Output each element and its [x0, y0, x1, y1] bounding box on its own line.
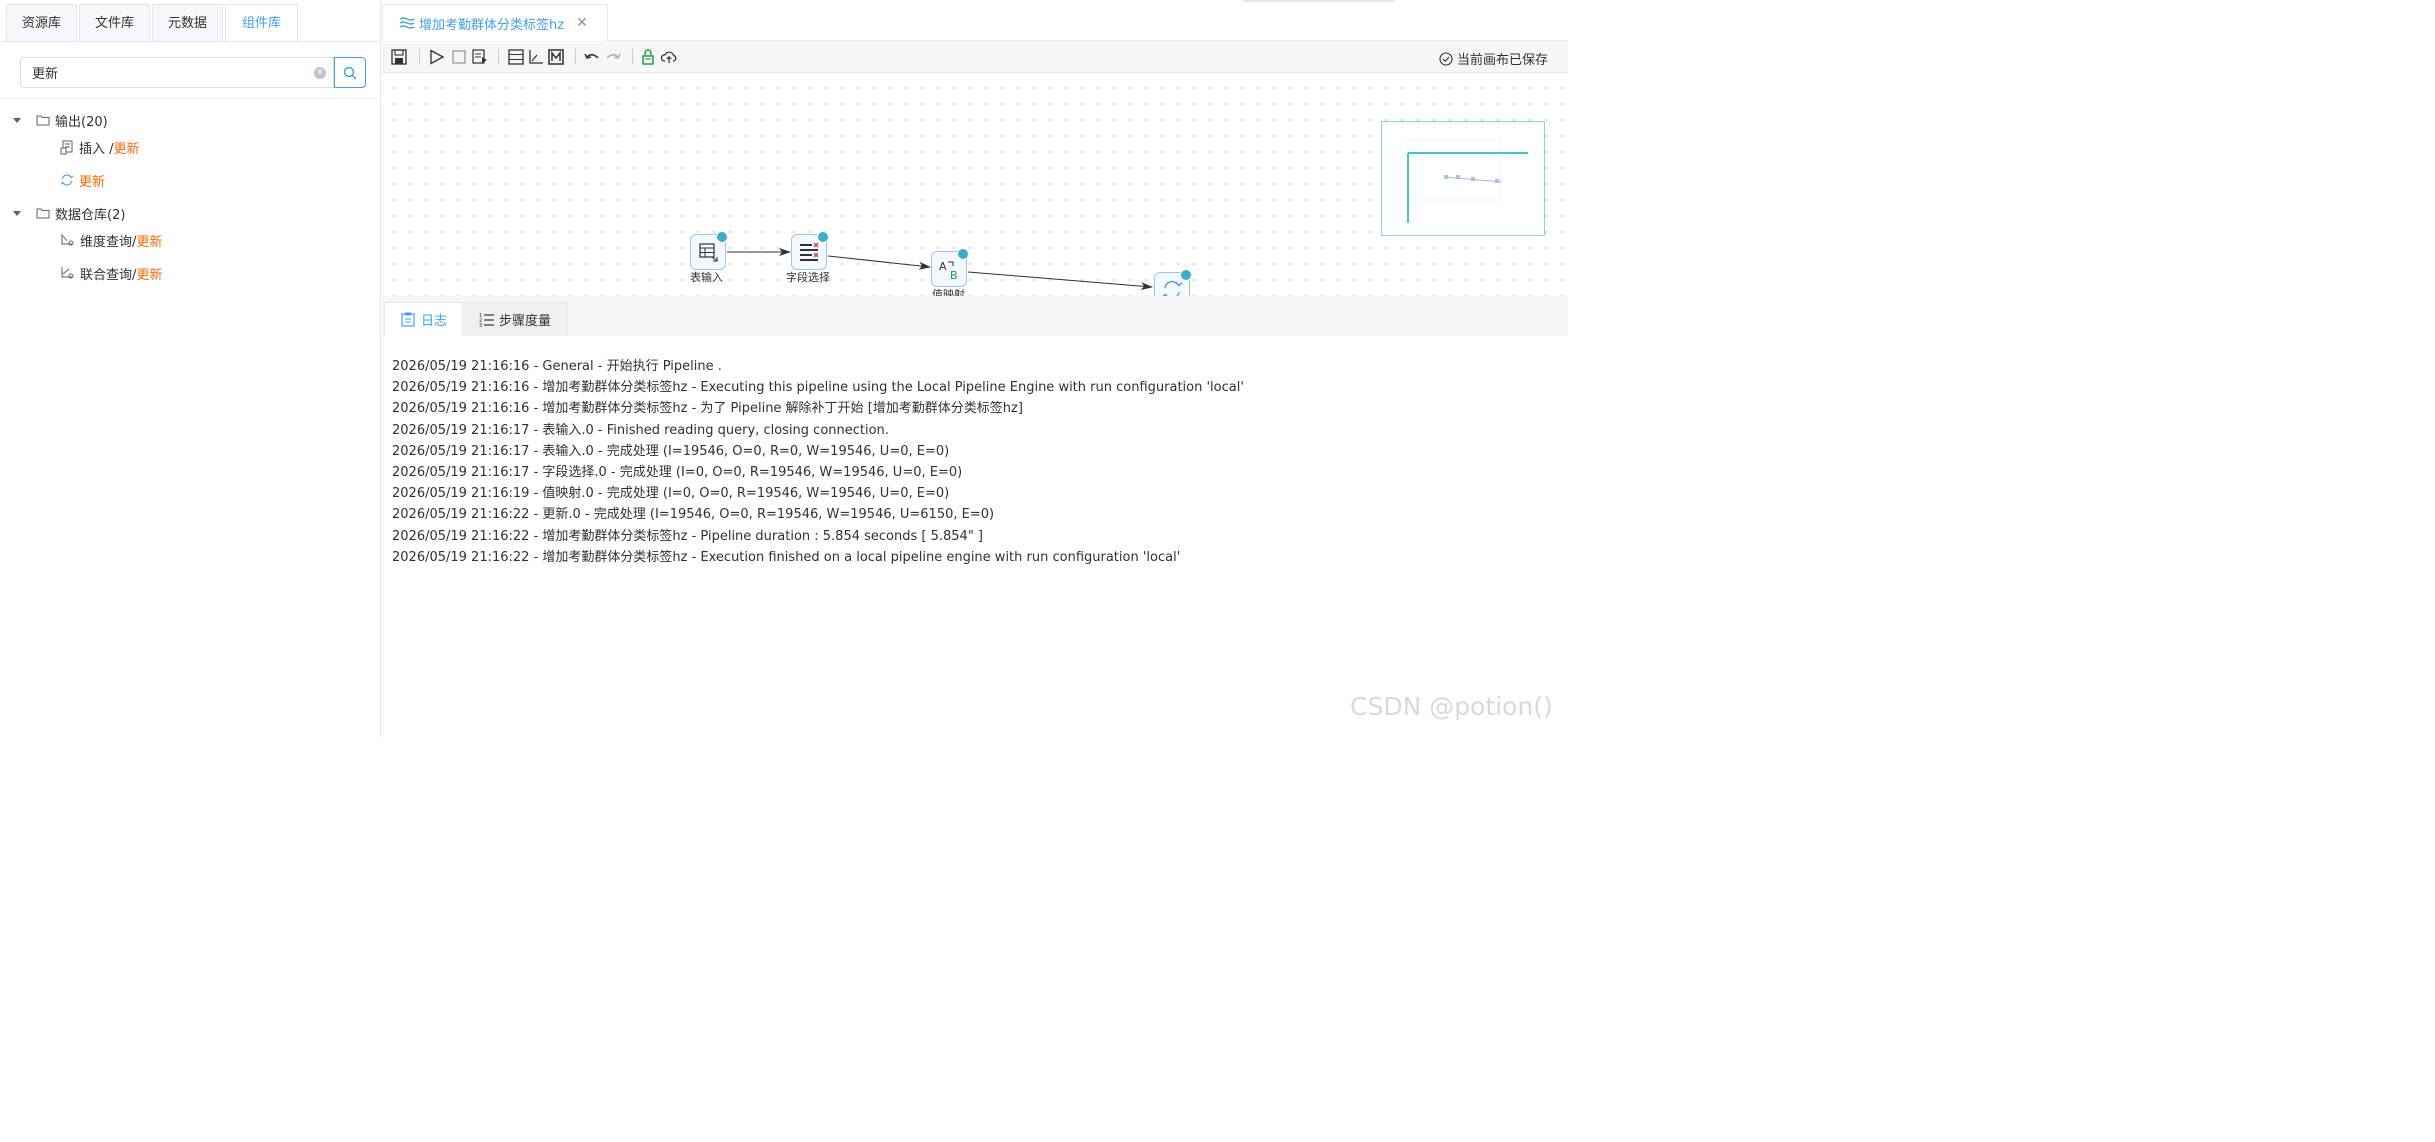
- undo-icon[interactable]: [584, 49, 600, 65]
- log-line: 2026/05/19 21:16:22 - 增加考勤群体分类标签hz - Pip…: [392, 528, 983, 544]
- tab-log[interactable]: 日志: [384, 302, 465, 336]
- step-label: 字段选择: [786, 271, 830, 284]
- caret-down-icon[interactable]: [13, 117, 21, 123]
- tree-item-prefix: 维度查询/: [80, 234, 137, 250]
- search-divider: [0, 98, 381, 99]
- search-box: ✕: [20, 57, 334, 88]
- toolbar-separator: [575, 49, 576, 64]
- tree-item-match: 更新: [79, 174, 106, 190]
- minimap[interactable]: [1381, 121, 1545, 236]
- log-line: 2026/05/19 21:16:17 - 表输入.0 - Finished r…: [392, 422, 889, 438]
- save-status: 当前画布已保存: [1439, 49, 1548, 68]
- success-check-icon: [817, 231, 829, 243]
- tree-item-match: 更新: [136, 267, 163, 283]
- tab-log-label: 日志: [421, 314, 448, 329]
- log-line: 2026/05/19 21:16:17 - 表输入.0 - 完成处理 (I=19…: [392, 443, 950, 459]
- search-icon: [343, 66, 357, 79]
- tree-group-label: 输出(20): [55, 114, 108, 130]
- tab-step-metrics-label: 步骤度量: [499, 314, 552, 329]
- hop-line: [967, 271, 1153, 291]
- tab-components[interactable]: 组件库: [225, 4, 299, 42]
- log-line: 2026/05/19 21:16:17 - 字段选择.0 - 完成处理 (I=0…: [392, 464, 963, 480]
- toolbar: 当前画布已保存: [382, 41, 1568, 73]
- check-circle-icon: [1439, 51, 1453, 66]
- log-line: 2026/05/19 21:16:16 - General - 开始执行 Pip…: [392, 359, 722, 374]
- redo-icon[interactable]: [605, 49, 621, 65]
- toolbar-separator: [498, 49, 499, 64]
- success-check-icon: [716, 231, 728, 243]
- lock-icon[interactable]: [640, 49, 656, 65]
- search-input[interactable]: [21, 58, 301, 87]
- top-edge: [1243, 0, 1395, 2]
- app-root: 资源库 文件库 元数据 组件库 ✕ 输出(20): [0, 0, 1568, 737]
- svg-text:3: 3: [479, 323, 482, 327]
- combination-lookup-icon: [61, 267, 74, 279]
- log-line: 2026/05/19 21:16:22 - 更新.0 - 完成处理 (I=195…: [392, 507, 995, 523]
- tree-item-update[interactable]: 更新: [60, 168, 105, 192]
- tree-item-prefix: 插入 /: [79, 141, 114, 157]
- log-output: 2026/05/19 21:16:16 - General - 开始执行 Pip…: [392, 356, 1562, 568]
- log-line: 2026/05/19 21:16:22 - 增加考勤群体分类标签hz - Exe…: [392, 549, 1181, 565]
- tree-group-label: 数据仓库(2): [55, 207, 126, 223]
- insert-update-icon: [60, 140, 73, 154]
- log-icon: [401, 312, 415, 327]
- tab-files[interactable]: 文件库: [79, 4, 151, 42]
- caret-down-icon[interactable]: [13, 210, 21, 216]
- left-panel: 资源库 文件库 元数据 组件库 ✕ 输出(20): [0, 0, 381, 737]
- list-ordered-icon: 1 2 3: [479, 313, 494, 327]
- left-tabs: 资源库 文件库 元数据 组件库: [6, 4, 300, 42]
- align-icon[interactable]: [528, 49, 544, 65]
- dimension-lookup-icon: [61, 234, 74, 246]
- pipeline-canvas[interactable]: 表输入 字段选择 A B 值映射: [382, 74, 1568, 296]
- editor-tab-title: 增加考勤群体分类标签hz: [419, 17, 565, 33]
- bottom-tabs: 日志 1 2 3 步骤度量: [382, 296, 1568, 336]
- tree-item-prefix: 联合查询/: [80, 267, 137, 283]
- tree-group-warehouse[interactable]: 数据仓库(2): [13, 201, 125, 225]
- search-button[interactable]: [334, 57, 366, 88]
- run-icon[interactable]: [429, 49, 445, 65]
- refresh-icon: [60, 174, 74, 186]
- upload-cloud-icon[interactable]: [661, 49, 677, 65]
- save-status-text: 当前画布已保存: [1456, 53, 1548, 68]
- editor-tab[interactable]: 增加考勤群体分类标签hz ✕: [382, 4, 608, 41]
- tab-divider: [0, 41, 381, 42]
- clear-icon[interactable]: ✕: [314, 67, 326, 79]
- watermark: CSDN @potion(): [1350, 692, 1553, 721]
- success-check-icon: [957, 248, 969, 260]
- tree-item-insert-update[interactable]: 插入 / 更新: [60, 135, 140, 159]
- log-line: 2026/05/19 21:16:16 - 增加考勤群体分类标签hz - Exe…: [392, 380, 1244, 396]
- success-check-icon: [1180, 269, 1192, 281]
- tree-group-output[interactable]: 输出(20): [13, 108, 108, 132]
- metrics-icon[interactable]: [548, 49, 564, 65]
- step-label: 值映射: [932, 288, 965, 296]
- close-icon[interactable]: ✕: [576, 15, 588, 31]
- tree-item-match: 更新: [113, 141, 140, 157]
- toolbar-separator: [419, 49, 420, 64]
- pipeline-icon: [399, 17, 415, 29]
- folder-icon: [36, 208, 50, 219]
- tab-resources[interactable]: 资源库: [6, 4, 78, 42]
- step-label: 表输入: [690, 271, 723, 284]
- svg-text:B: B: [950, 269, 958, 282]
- svg-text:A: A: [939, 260, 947, 273]
- folder-icon: [36, 115, 50, 126]
- hop-line: [827, 255, 931, 270]
- minimap-view: [1407, 139, 1528, 223]
- log-line: 2026/05/19 21:16:19 - 值映射.0 - 完成处理 (I=0,…: [392, 486, 950, 502]
- log-line: 2026/05/19 21:16:16 - 增加考勤群体分类标签hz - 为了 …: [392, 401, 1023, 417]
- tree-item-match: 更新: [136, 234, 163, 250]
- tab-step-metrics[interactable]: 1 2 3 步骤度量: [462, 302, 569, 336]
- layout-icon[interactable]: [508, 49, 524, 65]
- tab-metadata[interactable]: 元数据: [152, 4, 224, 42]
- toolbar-separator: [632, 49, 633, 64]
- save-icon[interactable]: [391, 49, 407, 65]
- stop-icon[interactable]: [451, 49, 467, 65]
- preview-icon[interactable]: [472, 49, 488, 65]
- tree-item-combination-lookup[interactable]: 联合查询/ 更新: [60, 261, 162, 285]
- tree-item-dimension-lookup[interactable]: 维度查询/ 更新: [60, 228, 162, 252]
